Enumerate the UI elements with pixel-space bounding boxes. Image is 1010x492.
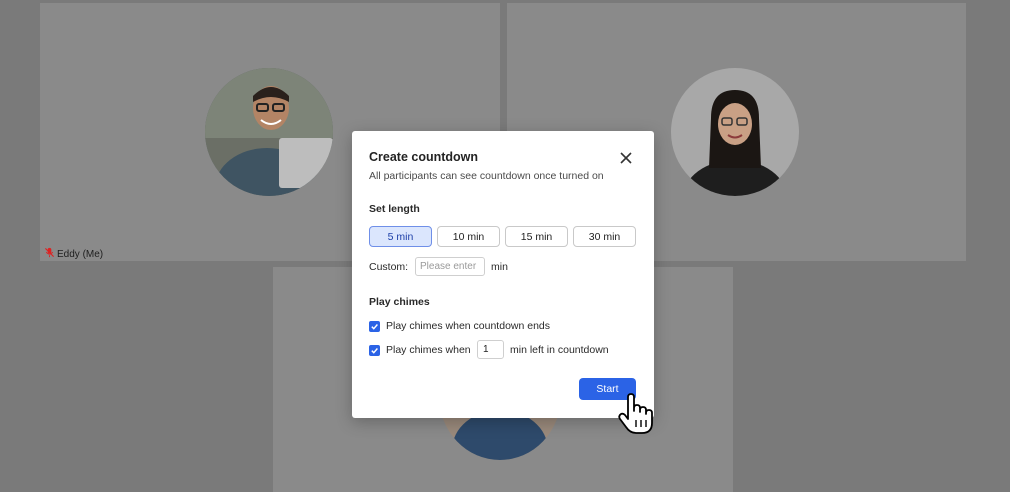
hand-pointer-cursor-icon xyxy=(616,393,656,435)
close-icon[interactable] xyxy=(618,150,634,166)
chime-before-suffix: min left in countdown xyxy=(510,344,609,356)
length-option-5-min[interactable]: 5 min xyxy=(369,226,432,247)
chime-before-checkbox[interactable] xyxy=(369,345,380,356)
play-chimes-label: Play chimes xyxy=(369,296,430,308)
create-countdown-dialog: Create countdown All participants can se… xyxy=(352,131,654,418)
custom-label: Custom: xyxy=(369,261,409,273)
chime-before-prefix: Play chimes when xyxy=(386,344,471,356)
custom-unit-label: min xyxy=(491,261,508,273)
chime-end-checkbox[interactable] xyxy=(369,321,380,332)
checkmark-icon xyxy=(371,324,378,330)
avatar-eddy xyxy=(205,68,333,196)
set-length-label: Set length xyxy=(369,203,420,215)
dialog-subtitle: All participants can see countdown once … xyxy=(369,170,604,182)
length-option-10-min[interactable]: 10 min xyxy=(437,226,500,247)
checkmark-icon xyxy=(371,348,378,354)
dialog-title: Create countdown xyxy=(369,150,479,164)
length-option-15-min[interactable]: 15 min xyxy=(505,226,568,247)
custom-minutes-input[interactable] xyxy=(415,257,485,276)
mic-muted-icon xyxy=(44,247,55,261)
length-option-30-min[interactable]: 30 min xyxy=(573,226,636,247)
participant-name: Eddy (Me) xyxy=(57,248,104,260)
chime-before-minutes-input[interactable] xyxy=(477,340,504,359)
chime-end-text: Play chimes when countdown ends xyxy=(386,320,551,332)
avatar-participant-2 xyxy=(671,68,799,196)
participant-name-tag: Eddy (Me) xyxy=(44,247,103,261)
